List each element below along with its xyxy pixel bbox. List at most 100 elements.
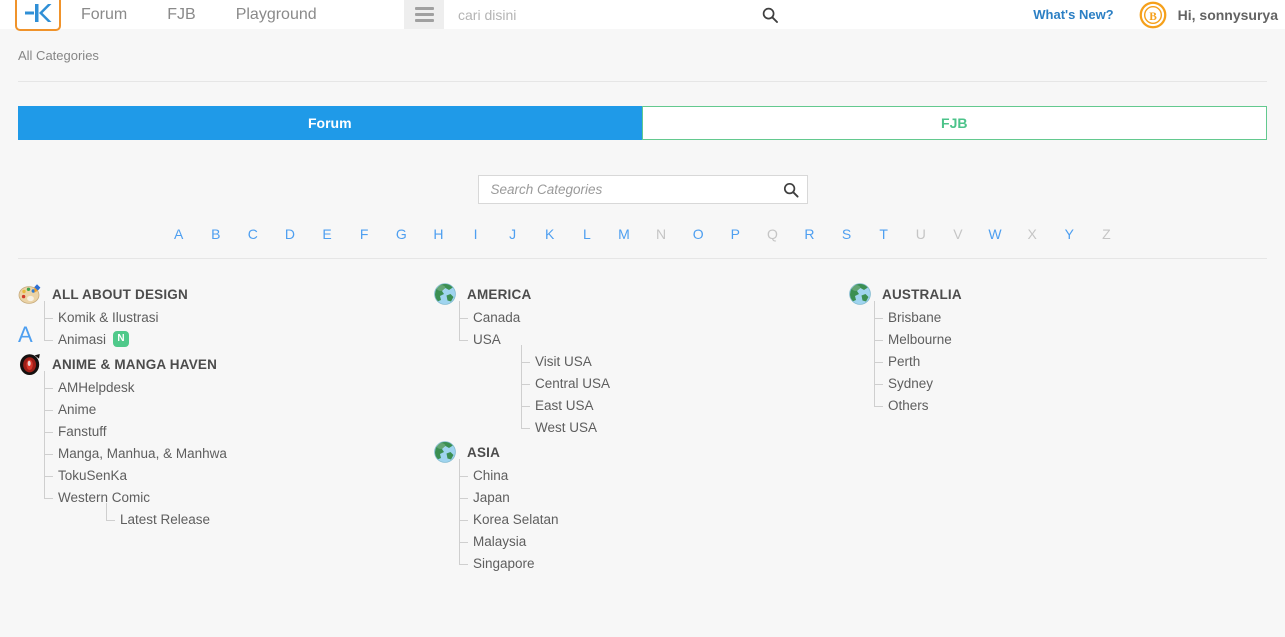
subcategory-link[interactable]: Perth [888,354,920,369]
site-logo[interactable] [15,0,61,31]
breadcrumb-item-all-categories[interactable]: All Categories [18,48,99,63]
subcategory-list: Komik & Ilustrasi Animasi N [18,301,433,351]
subcategory-link[interactable]: Western Comic [58,490,150,505]
subcategory-link[interactable]: Latest Release [120,512,210,527]
alphabet-letter-f[interactable]: F [346,226,383,242]
category-search-box[interactable] [477,175,808,204]
palette-icon [18,284,41,304]
alphabet-letter-t[interactable]: T [865,226,902,242]
category-column-3: AUSTRALIA Brisbane Melbourne Perth Sydney Oth… [848,281,1263,575]
subcategory-link[interactable]: East USA [535,398,594,413]
alphabet-letter-l[interactable]: L [568,226,605,242]
subcategory-list: Latest Release [58,503,433,531]
subcategory-link[interactable]: Komik & Ilustrasi [58,310,159,325]
category-grid: ALL ABOUT DESIGN Komik & Ilustrasi Animasi… [0,259,1285,575]
alphabet-letter-x: X [1027,226,1037,242]
subcategory-item: Brisbane [874,301,1263,329]
alphabet-letter-n: N [655,226,667,242]
category-title[interactable]: AUSTRALIA [882,287,962,302]
alphabet-letter-w[interactable]: W [976,226,1013,242]
bitcoin-coin-icon[interactable]: B [1139,1,1167,29]
category-block: ASIA China Japan Korea Selatan Malaysia Singa… [433,439,848,575]
new-badge[interactable]: N [113,331,130,348]
tab-forum[interactable]: Forum [18,106,642,140]
subcategory-item: Perth [874,340,1263,373]
alphabet-letter-y[interactable]: Y [1051,226,1088,242]
subcategory-link[interactable]: Malaysia [473,534,526,549]
username-label[interactable]: Hi, sonnysurya [1178,7,1278,23]
category-search-icon[interactable] [783,182,799,198]
subcategory-link[interactable]: West USA [535,420,597,435]
category-header: AUSTRALIA [848,281,1263,307]
top-navigation-bar: Forum FJB Playground What's New? B Hi, s… [0,0,1285,31]
alphabet-letter-s[interactable]: S [828,226,865,242]
alphabet-letter-d[interactable]: D [271,226,308,242]
subcategory-item: Anime [44,388,433,421]
alphabet-letter-p[interactable]: P [717,226,754,242]
category-title[interactable]: ASIA [467,445,500,460]
nav-item-fjb[interactable]: FJB [147,0,215,29]
category-header: ASIA [433,439,848,465]
category-search-input[interactable] [488,181,783,198]
user-area: What's New? B Hi, sonnysurya [1033,0,1285,29]
category-title[interactable]: ALL ABOUT DESIGN [52,287,188,302]
hamburger-menu-icon[interactable] [404,0,444,29]
subcategory-item: USA [459,318,848,351]
subcategory-link[interactable]: Melbourne [888,332,952,347]
header-search-input[interactable] [456,5,762,24]
header-search-box[interactable] [444,0,788,29]
subcategory-item: TokuSenKa [44,454,433,487]
subcategory-link[interactable]: Japan [473,490,510,505]
subcategory-item: Manga, Manhua, & Manhwa [44,432,433,465]
category-title[interactable]: AMERICA [467,287,531,302]
alphabet-letter-i[interactable]: I [457,226,494,242]
subcategory-list: China Japan Korea Selatan Malaysia Singapore [433,459,848,575]
subcategory-item: Korea Selatan [459,498,848,531]
subcategory-item: China [459,459,848,487]
alphabet-letter-a[interactable]: A [160,226,197,242]
anime-eye-icon [20,354,40,375]
category-header: ALL ABOUT DESIGN [18,281,433,307]
subcategory-list: Visit USA Central USA East USA West USA [473,345,848,439]
subcategory-link[interactable]: Anime [58,402,96,417]
subcategory-link[interactable]: China [473,468,508,483]
alphabet-letter-b[interactable]: B [197,226,234,242]
subcategory-link[interactable]: Singapore [473,556,535,571]
subcategory-link[interactable]: Sydney [888,376,933,391]
subcategory-link[interactable]: USA [473,332,501,347]
alphabet-letter-o[interactable]: O [680,226,717,242]
subcategory-link[interactable]: Visit USA [535,354,592,369]
alphabet-letter-r[interactable]: R [791,226,828,242]
whats-new-link[interactable]: What's New? [1033,7,1113,22]
alphabet-letter-k[interactable]: K [531,226,568,242]
subcategory-link[interactable]: Manga, Manhua, & Manhwa [58,446,227,461]
subcategory-link[interactable]: Canada [473,310,520,325]
subcategory-link[interactable]: Animasi [58,332,106,347]
alphabet-letter-h[interactable]: H [420,226,457,242]
category-title[interactable]: ANIME & MANGA HAVEN [52,357,217,372]
search-icon[interactable] [762,7,778,23]
subcategory-item: Japan [459,476,848,509]
subcategory-item: Canada [459,301,848,329]
nav-item-forum[interactable]: Forum [61,0,147,29]
alphabet-letter-m[interactable]: M [605,226,642,242]
tab-fjb[interactable]: FJB [641,106,1267,140]
kaskus-k-logo-icon [25,3,52,22]
breadcrumb: All Categories [0,29,1285,81]
subcategory-link[interactable]: Brisbane [888,310,941,325]
subcategory-link[interactable]: Others [888,398,929,413]
category-block: AMERICA Canada USA Visit USA Central USA East… [433,281,848,439]
alphabet-letter-j[interactable]: J [494,226,531,242]
subcategory-item: Malaysia [459,520,848,553]
alphabet-letter-c[interactable]: C [234,226,271,242]
subcategory-link[interactable]: Fanstuff [58,424,107,439]
subcategory-link[interactable]: TokuSenKa [58,468,127,483]
alphabet-letter-g[interactable]: G [383,226,420,242]
subcategory-link[interactable]: AMHelpdesk [58,380,135,395]
nav-item-playground[interactable]: Playground [216,0,337,29]
forum-fjb-tabbar: Forum FJB [18,106,1267,140]
subcategory-link[interactable]: Korea Selatan [473,512,559,527]
subcategory-link[interactable]: Central USA [535,376,610,391]
alphabet-letter-e[interactable]: E [309,226,346,242]
subcategory-item: Others [874,384,1263,417]
